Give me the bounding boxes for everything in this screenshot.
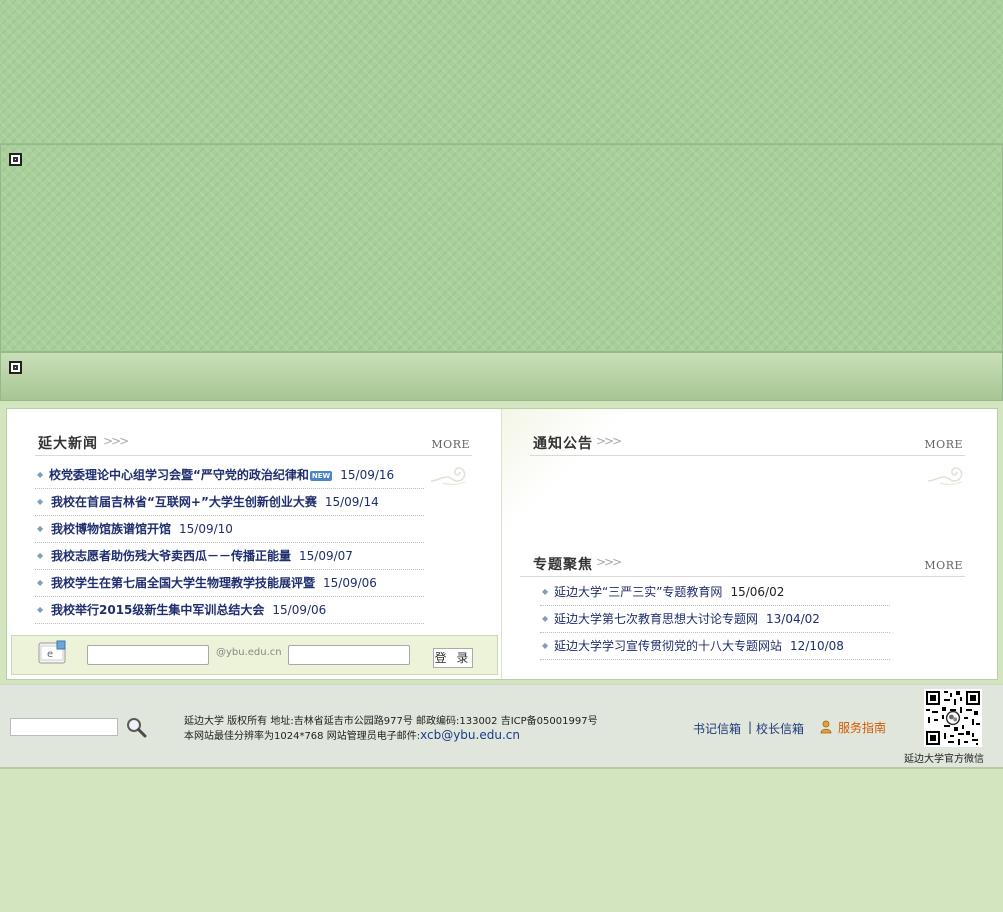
topic-date: 15/06/02 — [730, 585, 785, 599]
list-item[interactable]: ◆ 我校举行2015级新生集中军训总结大会 15/09/06 — [35, 597, 424, 624]
news-column: 延大新闻 >>> MORE ◆ 校党委理论中心组学习会暨“严守党的政治纪律和 NE… — [7, 409, 502, 679]
footer-info: 本网站最佳分辨率为1024*768 网站管理员电子邮件:xcb@ybu.edu.… — [184, 727, 520, 742]
email-login-bar: e @ybu.edu.cn 登 录 — [11, 635, 498, 675]
diamond-bullet-icon: ◆ — [37, 551, 44, 560]
news-link[interactable]: 我校博物馆族谱馆开馆 — [51, 522, 171, 536]
news-more-link[interactable]: MORE — [431, 438, 470, 451]
topic-date: 13/04/02 — [766, 612, 820, 626]
list-item[interactable]: ◆ 延边大学学习宣传贯彻党的十八大专题网站 12/10/08 — [540, 633, 890, 660]
topic-link[interactable]: 延边大学学习宣传贯彻党的十八大专题网站 — [554, 639, 782, 653]
topic-link[interactable]: 延边大学“三严三实”专题教育网 — [554, 585, 722, 599]
cloud-ornament-icon — [430, 467, 466, 485]
topics-header: 专题聚焦 >>> MORE — [520, 552, 965, 577]
news-date: 15/09/07 — [299, 549, 353, 563]
news-date: 15/09/14 — [324, 495, 379, 509]
diamond-bullet-icon: ◆ — [37, 524, 44, 533]
svg-text:e: e — [47, 649, 53, 660]
topics-title: 专题聚焦 — [533, 557, 593, 573]
diamond-bullet-icon: ◆ — [37, 605, 44, 614]
service-guide-link[interactable]: 服务指南 — [838, 719, 886, 736]
list-item[interactable]: ◆ 我校志愿者助伤残大爷卖西瓜－－传播正能量 15/09/07 — [35, 543, 424, 570]
news-list: ◆ 校党委理论中心组学习会暨“严守党的政治纪律和 NEW 15/09/16 ◆ 我校… — [35, 462, 424, 624]
notice-more-link[interactable]: MORE — [924, 438, 963, 451]
plugin-placeholder-icon[interactable] — [9, 361, 22, 374]
news-link[interactable]: 我校志愿者助伤残大爷卖西瓜－－传播正能量 — [51, 549, 291, 563]
topics-more-link[interactable]: MORE — [924, 559, 963, 572]
footer-copyright: 延边大学 版权所有 地址:吉林省延吉市公园路977号 邮政编码:133002 吉… — [184, 716, 598, 727]
wechat-qr-code — [924, 689, 982, 747]
topic-date: 12/10/08 — [790, 639, 844, 653]
arrows-icon: >>> — [103, 434, 129, 448]
search-icon[interactable] — [125, 716, 147, 738]
topics-list: ◆ 延边大学“三严三实”专题教育网 15/06/02 ◆ 延边大学第七次教育思想大… — [540, 579, 890, 660]
list-item[interactable]: ◆ 我校博物馆族谱馆开馆 15/09/10 — [35, 516, 424, 543]
diamond-bullet-icon: ◆ — [542, 641, 549, 650]
mail-icon: e — [38, 640, 66, 664]
arrows-icon: >>> — [596, 434, 622, 448]
top-banner — [0, 0, 1003, 144]
link-separator: | — [748, 720, 753, 734]
new-badge: NEW — [309, 470, 333, 481]
news-date: 15/09/06 — [272, 603, 327, 617]
news-date: 15/09/16 — [340, 468, 395, 482]
news-header: 延大新闻 >>> MORE — [35, 431, 472, 456]
news-link[interactable]: 校党委理论中心组学习会暨“严守党的政治纪律和 — [49, 468, 309, 482]
topic-link[interactable]: 延边大学第七次教育思想大讨论专题网 — [554, 612, 758, 626]
list-item[interactable]: ◆ 我校在首届吉林省“互联网+”大学生创新创业大赛 15/09/14 — [35, 489, 424, 516]
main-content-panel: 延大新闻 >>> MORE ◆ 校党委理论中心组学习会暨“严守党的政治纪律和 NE… — [6, 408, 998, 680]
flash-banner-area — [0, 144, 1003, 352]
notice-column: 通知公告 >>> MORE 专题聚焦 >>> MORE ◆ 延边大学“三严三实”… — [502, 409, 997, 679]
news-link[interactable]: 我校举行2015级新生集中军训总结大会 — [51, 603, 264, 617]
list-item[interactable]: ◆ 延边大学第七次教育思想大讨论专题网 13/04/02 — [540, 606, 890, 633]
admin-email-link[interactable]: xcb@ybu.edu.cn — [420, 728, 520, 742]
news-link[interactable]: 我校学生在第七届全国大学生物理教学技能展评暨 — [51, 576, 315, 590]
diamond-bullet-icon: ◆ — [37, 497, 44, 506]
notice-title: 通知公告 — [533, 436, 593, 452]
footer-resolution-text: 本网站最佳分辨率为1024*768 网站管理员电子邮件: — [184, 731, 421, 742]
diamond-bullet-icon: ◆ — [542, 614, 549, 623]
navigation-bar — [0, 352, 1003, 401]
diamond-bullet-icon: ◆ — [37, 578, 44, 587]
email-domain-label: @ybu.edu.cn — [216, 647, 282, 658]
arrows-icon: >>> — [596, 555, 622, 569]
cloud-ornament-icon — [927, 467, 963, 485]
news-link[interactable]: 我校在首届吉林省“互联网+”大学生创新创业大赛 — [51, 495, 317, 509]
news-date: 15/09/10 — [179, 522, 233, 536]
secretary-mailbox-link[interactable]: 书记信箱 — [693, 720, 741, 737]
qr-caption: 延边大学官方微信 — [904, 754, 984, 765]
diamond-bullet-icon: ◆ — [37, 470, 44, 479]
email-username-input[interactable] — [87, 645, 209, 665]
list-item[interactable]: ◆ 我校学生在第七届全国大学生物理教学技能展评暨 15/09/06 — [35, 570, 424, 597]
president-mailbox-link[interactable]: 校长信箱 — [756, 720, 804, 737]
plugin-placeholder-icon[interactable] — [9, 153, 22, 166]
news-date: 15/09/06 — [323, 576, 377, 590]
email-password-input[interactable] — [288, 645, 410, 665]
footer: 延边大学 版权所有 地址:吉林省延吉市公园路977号 邮政编码:133002 吉… — [0, 684, 1003, 769]
user-icon — [820, 720, 832, 734]
diamond-bullet-icon: ◆ — [542, 587, 549, 596]
list-item[interactable]: ◆ 延边大学“三严三实”专题教育网 15/06/02 — [540, 579, 890, 606]
list-item[interactable]: ◆ 校党委理论中心组学习会暨“严守党的政治纪律和 NEW 15/09/16 — [35, 462, 424, 489]
news-title: 延大新闻 — [38, 436, 98, 452]
search-input[interactable] — [10, 718, 118, 736]
login-button[interactable]: 登 录 — [433, 648, 473, 668]
notice-header: 通知公告 >>> MORE — [530, 431, 965, 456]
